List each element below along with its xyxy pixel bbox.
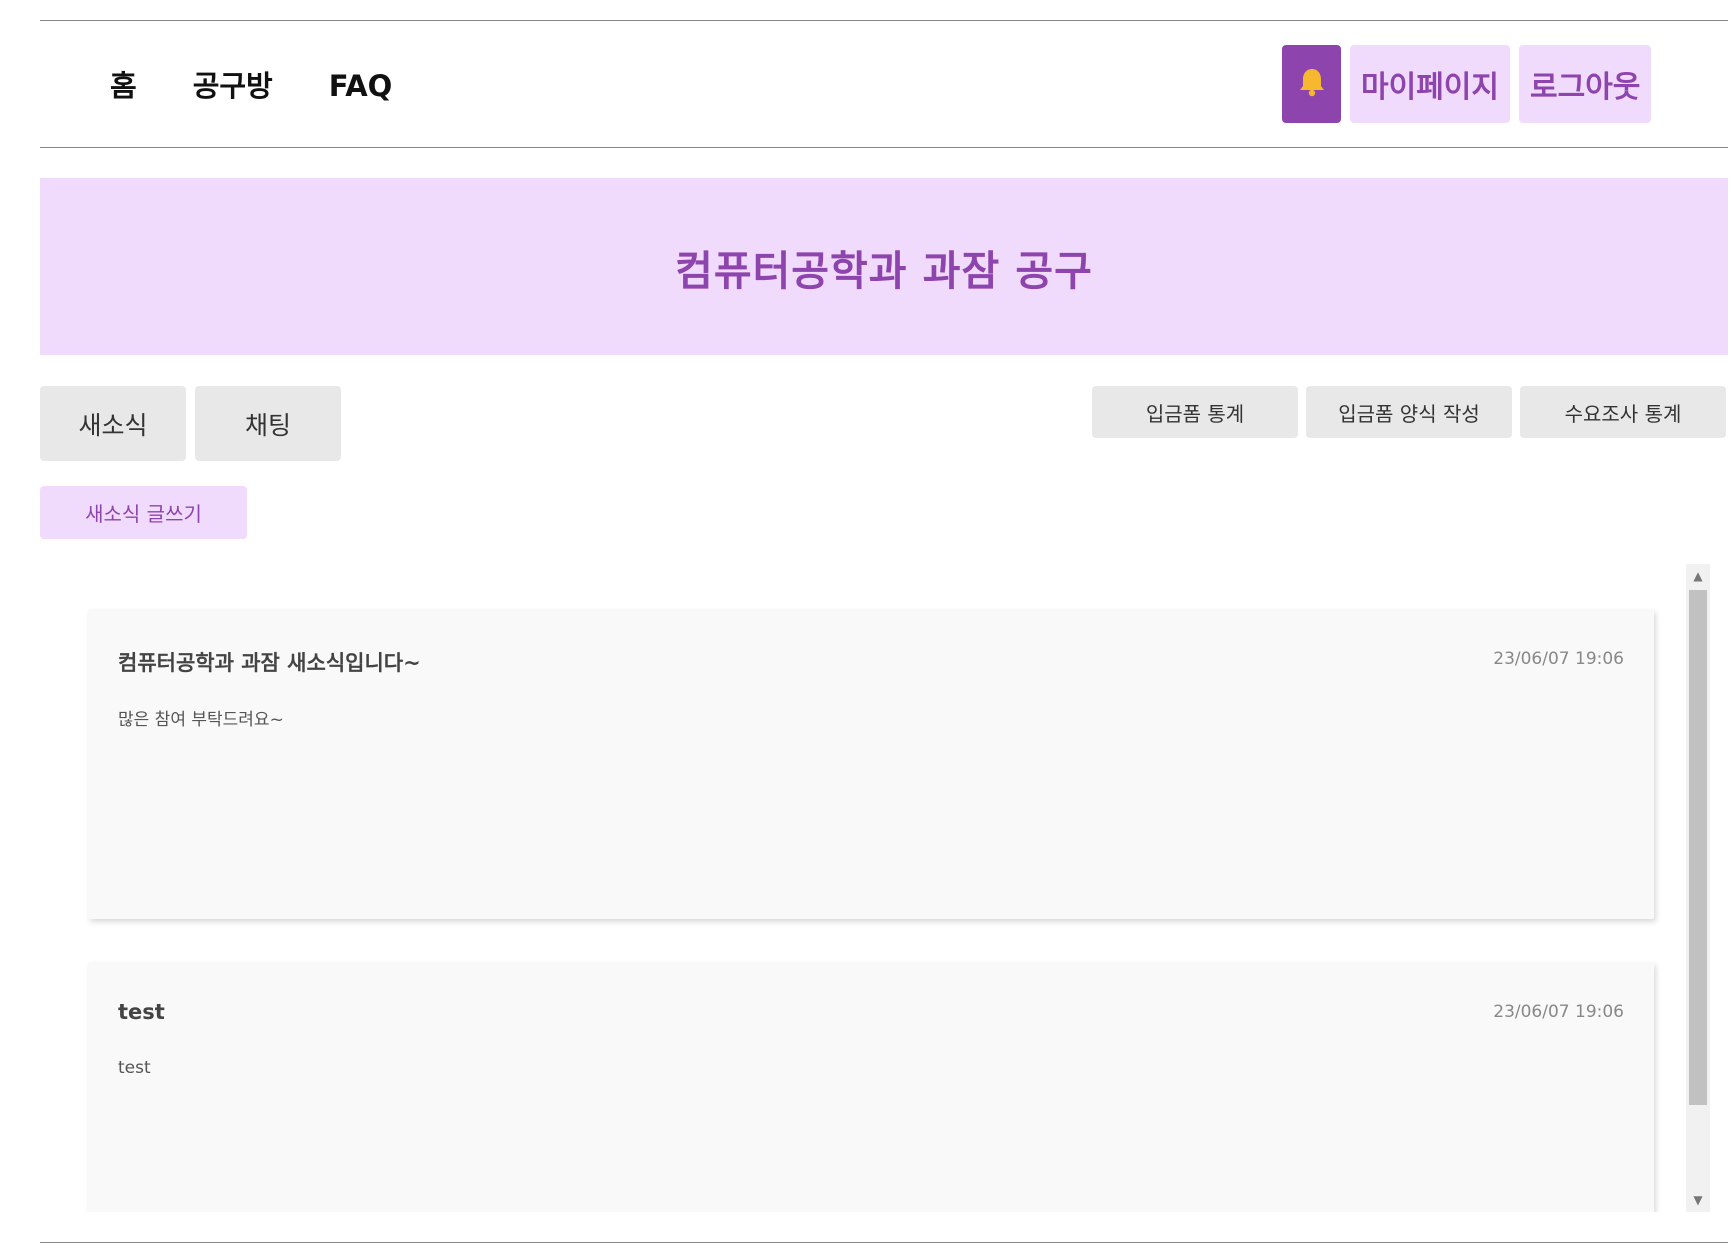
post-date: 23/06/07 19:06 — [1493, 649, 1624, 669]
demand-survey-stats-button[interactable]: 수요조사 통계 — [1520, 386, 1726, 438]
news-feed: 컴퓨터공학과 과잠 새소식입니다~ 23/06/07 19:06 많은 참여 부… — [40, 564, 1728, 1212]
room-title: 컴퓨터공학과 과잠 공구 — [675, 246, 1093, 295]
deposit-form-stats-button[interactable]: 입금폼 통계 — [1092, 386, 1298, 438]
tab-news[interactable]: 새소식 — [40, 386, 186, 461]
room-banner: 컴퓨터공학과 과잠 공구 — [40, 178, 1728, 355]
tab-chat[interactable]: 채팅 — [195, 386, 341, 461]
news-post[interactable]: 컴퓨터공학과 과잠 새소식입니다~ 23/06/07 19:06 많은 참여 부… — [88, 609, 1654, 919]
post-date: 23/06/07 19:06 — [1493, 1002, 1624, 1022]
admin-actions: 입금폼 통계 입금폼 양식 작성 수요조사 통계 — [1092, 386, 1726, 438]
mypage-button[interactable]: 마이페이지 — [1350, 45, 1510, 123]
top-divider — [40, 20, 1728, 21]
nav-home[interactable]: 홈 — [110, 66, 137, 106]
notification-button[interactable] — [1282, 45, 1341, 123]
room-tabs: 새소식 채팅 — [40, 386, 341, 461]
main-nav: 홈 공구방 FAQ — [110, 66, 448, 106]
deposit-form-create-button[interactable]: 입금폼 양식 작성 — [1306, 386, 1512, 438]
post-title: 컴퓨터공학과 과잠 새소식입니다~ — [118, 651, 421, 675]
header-actions: 마이페이지 로그아웃 — [1282, 45, 1652, 123]
header-divider — [40, 147, 1728, 148]
bell-icon — [1297, 66, 1327, 102]
logout-button[interactable]: 로그아웃 — [1519, 45, 1652, 123]
triangle-down-icon[interactable]: ▼ — [1686, 1188, 1710, 1212]
post-title: test — [118, 1000, 165, 1024]
nav-group-buy-room[interactable]: 공구방 — [193, 66, 273, 106]
scroll-thumb[interactable] — [1689, 590, 1707, 1105]
news-post[interactable]: test 23/06/07 19:06 test — [88, 962, 1654, 1212]
nav-faq[interactable]: FAQ — [329, 66, 393, 106]
post-body: test — [118, 1058, 151, 1078]
triangle-up-icon[interactable]: ▲ — [1686, 564, 1710, 588]
post-body: 많은 참여 부탁드려요~ — [118, 710, 284, 730]
write-news-button[interactable]: 새소식 글쓰기 — [40, 486, 247, 539]
bottom-divider — [40, 1242, 1728, 1243]
feed-scrollbar[interactable]: ▲ ▼ — [1686, 564, 1710, 1212]
